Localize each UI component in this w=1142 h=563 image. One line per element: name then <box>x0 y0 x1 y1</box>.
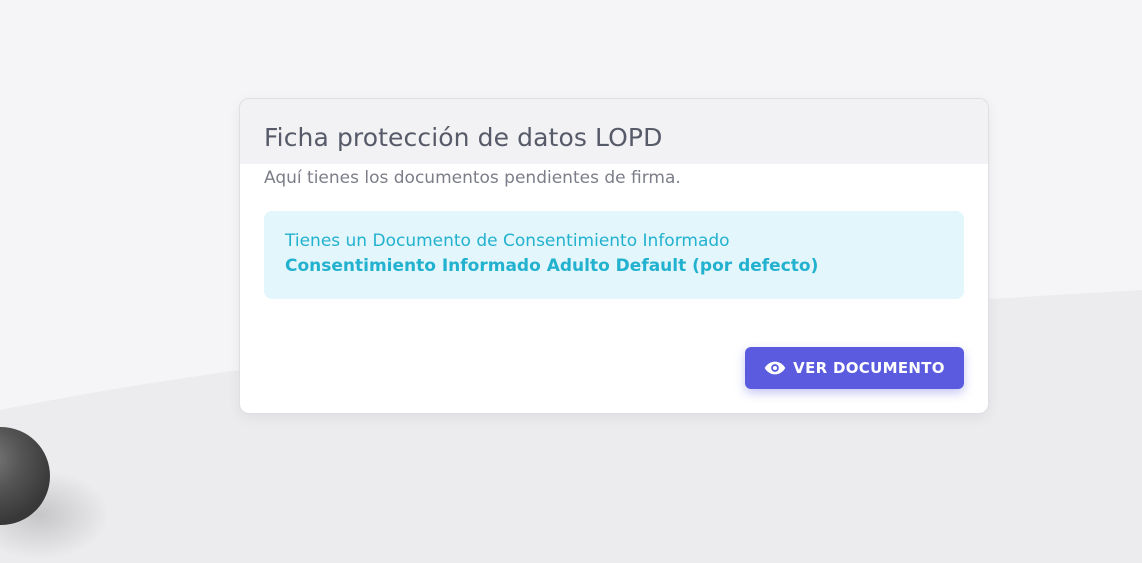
eye-icon <box>764 360 786 376</box>
document-name: Consentimiento Informado Adulto Default … <box>285 256 819 276</box>
pending-document-alert: Tienes un Documento de Consentimiento In… <box>264 211 964 299</box>
card-body: Aquí tienes los documentos pendientes de… <box>240 164 988 299</box>
card-header: Ficha protección de datos LOPD <box>240 99 988 164</box>
view-document-button[interactable]: VER DOCUMENTO <box>745 347 964 389</box>
card-title: Ficha protección de datos LOPD <box>264 123 663 152</box>
card-subtitle: Aquí tienes los documentos pendientes de… <box>264 168 681 188</box>
lopd-card: Ficha protección de datos LOPD Aquí tien… <box>239 98 989 414</box>
view-document-label: VER DOCUMENTO <box>793 359 945 377</box>
alert-message: Tienes un Documento de Consentimiento In… <box>285 231 730 251</box>
